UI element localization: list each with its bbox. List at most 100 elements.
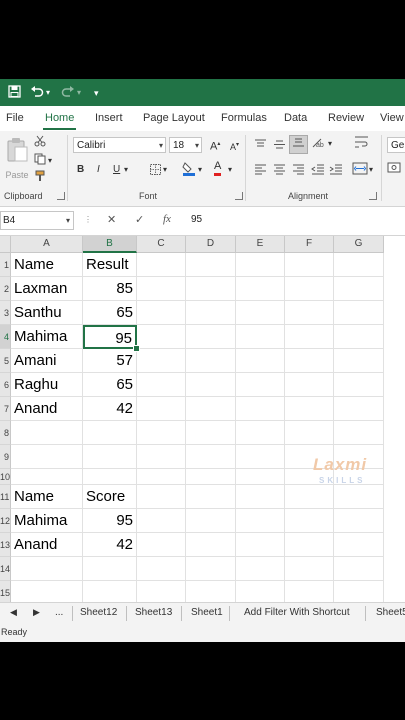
align-middle-icon[interactable] [273,139,286,155]
cell-f1[interactable] [285,253,334,277]
cell-e11[interactable] [236,485,285,509]
fill-handle[interactable] [133,345,140,352]
cell-d11[interactable] [186,485,236,509]
more-sheets-button[interactable]: ... [55,607,63,618]
cell-g3[interactable] [334,301,384,325]
tab-data[interactable]: Data [284,110,307,126]
row-header-11[interactable]: 11 [0,485,11,509]
currency-icon[interactable] [387,161,401,179]
cell-b8[interactable] [83,421,137,445]
cell-c14[interactable] [137,557,186,581]
font-launcher-icon[interactable] [235,192,243,200]
cell-b2[interactable]: 85 [83,277,137,301]
grow-font-button[interactable]: A▴ [210,137,220,154]
name-box[interactable]: B4 ▾ [0,211,74,230]
cell-g8[interactable] [334,421,384,445]
cell-g14[interactable] [334,557,384,581]
cell-e9[interactable] [236,445,285,469]
cell-d8[interactable] [186,421,236,445]
align-bottom-icon[interactable] [289,135,308,154]
cell-d12[interactable] [186,509,236,533]
borders-icon[interactable] [150,164,161,180]
worksheet-grid[interactable]: A B C D E F G 1 Name Result 2 Laxman 85 3 Santhu 65 4 Mah… [0,236,405,626]
font-color-button[interactable]: A [214,160,222,176]
cell-a10[interactable] [11,469,83,485]
cell-f4[interactable] [285,325,334,349]
cell-a12[interactable]: Mahima [11,509,83,533]
undo-dropdown-icon[interactable]: ▾ [46,85,50,101]
cell-b11[interactable]: Score [83,485,137,509]
cell-d10[interactable] [186,469,236,485]
wrap-text-icon[interactable] [354,135,370,154]
copy-icon[interactable] [34,153,46,170]
cell-a9[interactable] [11,445,83,469]
select-all-corner[interactable] [0,236,11,253]
cell-g7[interactable] [334,397,384,421]
cell-f13[interactable] [285,533,334,557]
cell-g1[interactable] [334,253,384,277]
cell-c13[interactable] [137,533,186,557]
row-header-10[interactable]: 10 [0,469,11,485]
cell-f12[interactable] [285,509,334,533]
underline-dropdown-icon[interactable]: ▾ [124,163,128,177]
cell-c4[interactable] [137,325,186,349]
tab-home[interactable]: Home [45,110,74,126]
cell-e8[interactable] [236,421,285,445]
clipboard-launcher-icon[interactable] [57,192,65,200]
cell-c10[interactable] [137,469,186,485]
cell-f2[interactable] [285,277,334,301]
format-painter-icon[interactable] [34,170,46,187]
cell-f8[interactable] [285,421,334,445]
align-center-icon[interactable] [273,164,286,180]
cell-b3[interactable]: 65 [83,301,137,325]
merge-center-icon[interactable] [352,162,368,180]
row-header-1[interactable]: 1 [0,253,11,277]
cell-b10[interactable] [83,469,137,485]
formula-input[interactable]: 95 [191,214,202,225]
column-header-e[interactable]: E [236,236,285,253]
cell-a1[interactable]: Name [11,253,83,277]
tab-page-layout[interactable]: Page Layout [143,110,205,126]
cell-f7[interactable] [285,397,334,421]
font-size-select[interactable]: 18 ▾ [169,137,202,153]
copy-dropdown-icon[interactable]: ▾ [48,154,52,168]
fill-dropdown-icon[interactable]: ▾ [198,163,202,177]
orientation-icon[interactable]: ab [311,137,327,154]
cell-c3[interactable] [137,301,186,325]
redo-dropdown-icon[interactable]: ▾ [77,85,81,101]
cell-e4[interactable] [236,325,285,349]
cancel-icon[interactable]: ✕ [107,213,116,226]
cell-g13[interactable] [334,533,384,557]
column-header-c[interactable]: C [137,236,186,253]
column-header-g[interactable]: G [334,236,384,253]
cell-d5[interactable] [186,349,236,373]
cell-d4[interactable] [186,325,236,349]
tab-file[interactable]: File [6,110,24,126]
cell-a13[interactable]: Anand [11,533,83,557]
cell-d13[interactable] [186,533,236,557]
cell-c1[interactable] [137,253,186,277]
sheet-tab-sheet5[interactable]: Sheet5 [376,607,405,618]
fill-color-icon[interactable] [182,161,196,181]
cell-b9[interactable] [83,445,137,469]
cell-b5[interactable]: 57 [83,349,137,373]
tab-review[interactable]: Review [328,110,364,126]
cell-c9[interactable] [137,445,186,469]
cell-f5[interactable] [285,349,334,373]
row-header-2[interactable]: 2 [0,277,11,301]
next-sheet-icon[interactable]: ▶ [33,607,40,618]
cell-b1[interactable]: Result [83,253,137,277]
sheet-tab-add-filter[interactable]: Add Filter With Shortcut [244,607,350,618]
column-header-d[interactable]: D [186,236,236,253]
merge-dropdown-icon[interactable]: ▾ [369,163,373,177]
row-header-9[interactable]: 9 [0,445,11,469]
cell-g12[interactable] [334,509,384,533]
column-header-f[interactable]: F [285,236,334,253]
align-right-icon[interactable] [292,164,305,180]
row-header-12[interactable]: 12 [0,509,11,533]
align-left-icon[interactable] [254,164,267,180]
cell-e3[interactable] [236,301,285,325]
cell-e14[interactable] [236,557,285,581]
cell-c7[interactable] [137,397,186,421]
cell-g11[interactable] [334,485,384,509]
